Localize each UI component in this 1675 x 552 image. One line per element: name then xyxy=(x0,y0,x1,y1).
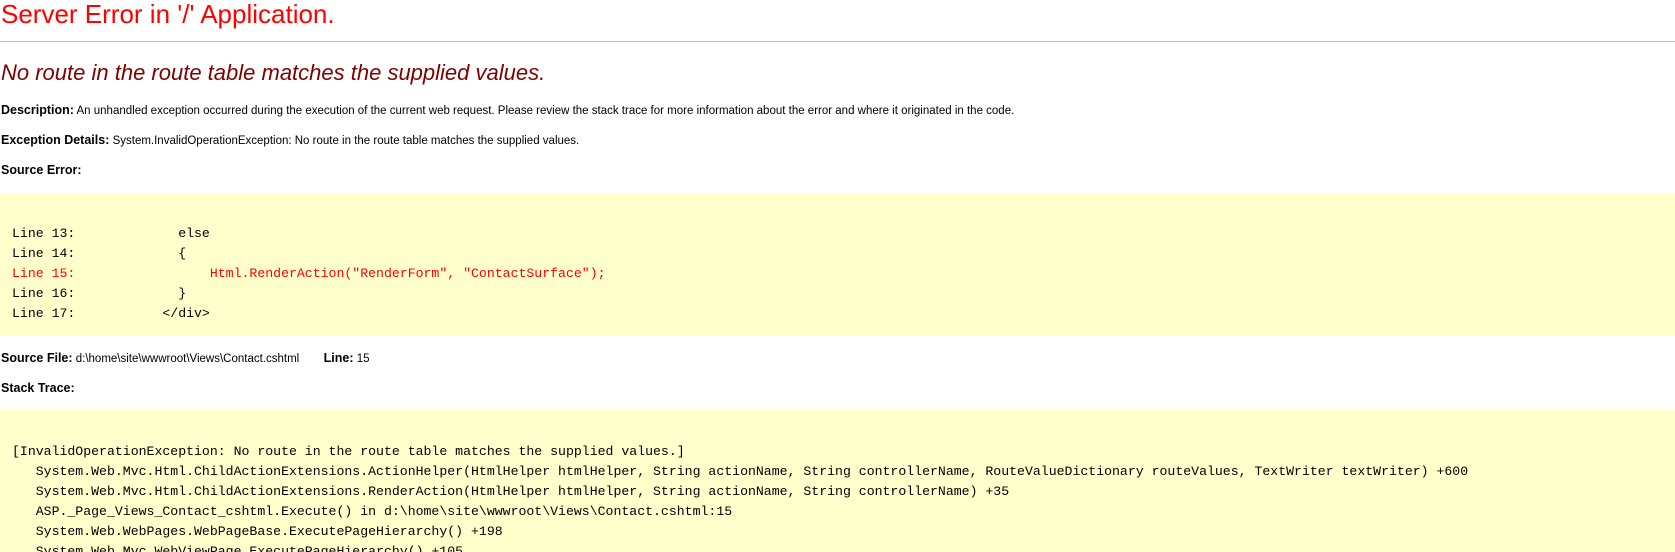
stack-trace-code-block: [InvalidOperationException: No route in … xyxy=(0,410,1675,552)
stack-trace-line: System.Web.Mvc.Html.ChildActionExtension… xyxy=(12,464,1469,479)
description-section: Description: An unhandled exception occu… xyxy=(1,102,1014,119)
source-line: Line 17: </div> xyxy=(12,306,210,321)
exception-label: Exception Details: xyxy=(1,133,110,147)
exception-details-section: Exception Details: System.InvalidOperati… xyxy=(1,132,579,149)
stack-trace-line: System.Web.Mvc.Html.ChildActionExtension… xyxy=(12,484,1010,499)
source-error-label: Source Error: xyxy=(1,163,82,177)
source-file-section: Source File: d:\home\site\wwwroot\Views\… xyxy=(1,350,370,367)
stack-trace-line: [InvalidOperationException: No route in … xyxy=(12,444,685,459)
description-label: Description: xyxy=(1,103,74,117)
stack-trace-line: ASP._Page_Views_Contact_cshtml.Execute()… xyxy=(12,504,733,519)
stack-trace-label: Stack Trace: xyxy=(1,381,75,395)
stack-trace-heading: Stack Trace: xyxy=(1,380,75,397)
header-divider xyxy=(0,41,1675,42)
description-text: An unhandled exception occurred during t… xyxy=(76,105,1015,117)
source-line: Line 14: { xyxy=(12,246,187,261)
source-error-code-block: Line 13: else Line 14: { Line 15: Html.Ren… xyxy=(0,193,1675,335)
page-title: Server Error in '/' Application. xyxy=(1,0,335,29)
source-line: Line 16: } xyxy=(12,286,187,301)
line-number: 15 xyxy=(356,353,370,365)
stack-trace-line: System.Web.Mvc.WebViewPage.ExecutePageHi… xyxy=(12,544,464,552)
source-error-heading: Source Error: xyxy=(1,162,82,179)
source-file-label: Source File: xyxy=(1,351,73,365)
line-label: Line: xyxy=(323,351,354,365)
stack-trace-line: System.Web.WebPages.WebPageBase.ExecuteP… xyxy=(12,524,503,539)
source-file-path: d:\home\site\wwwroot\Views\Contact.cshtm… xyxy=(75,353,300,365)
source-line-highlighted: Line 15: Html.RenderAction("RenderForm",… xyxy=(12,266,606,281)
error-message: No route in the route table matches the … xyxy=(1,60,546,85)
source-line: Line 13: else xyxy=(12,226,210,241)
exception-text: System.InvalidOperationException: No rou… xyxy=(112,135,580,147)
